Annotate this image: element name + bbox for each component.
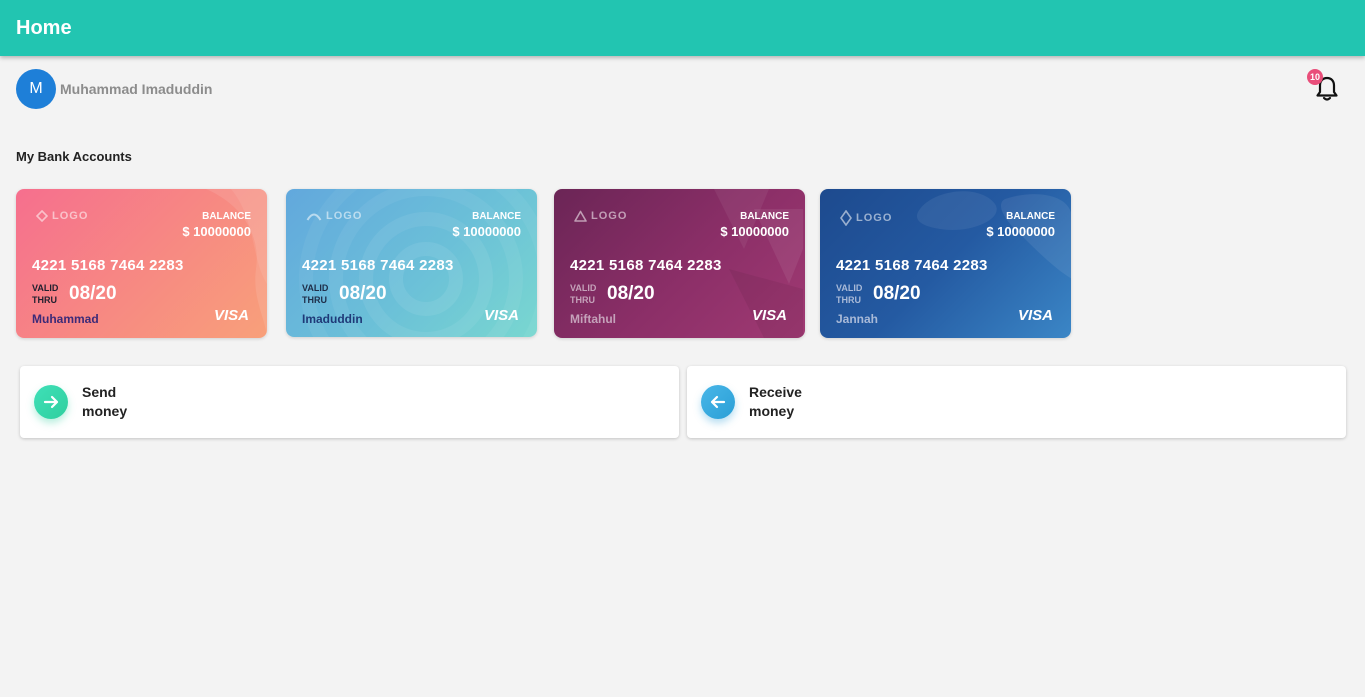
balance-label: BALANCE	[472, 211, 521, 222]
balance-value: $ 10000000	[182, 224, 251, 239]
logo-icon	[36, 210, 48, 222]
logo-icon	[840, 210, 852, 226]
send-label-line1: Send	[82, 384, 117, 400]
valid-label: VALID	[570, 283, 597, 293]
card-expiry: 08/20	[69, 283, 117, 304]
receive-icon-circle	[701, 385, 735, 419]
card-number: 4221 5168 7464 2283	[302, 257, 454, 274]
logo-icon	[306, 213, 322, 221]
card-logo-text: LOGO	[856, 212, 893, 224]
thru-label: THRU	[570, 295, 595, 305]
card-logo: LOGO	[574, 210, 627, 222]
card-holder: Jannah	[836, 312, 879, 326]
valid-thru-label: VALID THRU	[302, 282, 328, 306]
thru-label: THRU	[302, 295, 327, 305]
card-expiry: 08/20	[339, 283, 387, 304]
card-logo: LOGO	[36, 210, 88, 222]
card-logo: LOGO	[840, 210, 892, 226]
receive-label-line2: money	[749, 403, 795, 419]
send-label-line2: money	[82, 403, 128, 419]
card-holder: Miftahul	[570, 312, 616, 326]
card-logo-text: LOGO	[591, 210, 628, 222]
thru-label: THRU	[836, 295, 861, 305]
avatar[interactable]: M	[16, 69, 56, 109]
visa-logo: VISA	[751, 307, 787, 324]
valid-thru-label: VALID THRU	[32, 282, 58, 306]
card-logo-text: LOGO	[326, 210, 363, 222]
user-name: Muhammad Imaduddin	[60, 81, 213, 97]
balance-label: BALANCE	[1006, 211, 1055, 222]
section-title: My Bank Accounts	[16, 149, 132, 164]
visa-logo: VISA	[483, 307, 519, 324]
arrow-left-icon	[710, 395, 726, 409]
visa-logo: VISA	[213, 307, 249, 324]
bank-card[interactable]: LOGO BALANCE $ 10000000 4221 5168 7464 2…	[286, 189, 537, 337]
receive-label-line1: Receive	[749, 384, 802, 400]
card-number: 4221 5168 7464 2283	[836, 257, 988, 274]
receive-money-label: Receive money	[749, 383, 802, 421]
valid-label: VALID	[32, 283, 59, 293]
card-holder: Imaduddin	[302, 312, 363, 326]
card-logo-text: LOGO	[52, 210, 89, 222]
send-icon-circle	[34, 385, 68, 419]
bank-card[interactable]: LOGO BALANCE $ 10000000 4221 5168 7464 2…	[16, 189, 267, 338]
card-expiry: 08/20	[607, 283, 655, 304]
balance-value: $ 10000000	[720, 224, 789, 239]
card-number: 4221 5168 7464 2283	[570, 257, 722, 274]
card-logo: LOGO	[306, 210, 362, 222]
valid-label: VALID	[836, 283, 863, 293]
valid-label: VALID	[302, 283, 329, 293]
balance-label: BALANCE	[202, 211, 251, 222]
balance-label: BALANCE	[740, 211, 789, 222]
page-title: Home	[16, 16, 72, 39]
send-money-button[interactable]: Send money	[20, 366, 679, 438]
arrow-right-icon	[43, 395, 59, 409]
thru-label: THRU	[32, 295, 57, 305]
visa-logo: VISA	[1017, 307, 1053, 324]
valid-thru-label: VALID THRU	[836, 282, 862, 306]
notification-badge: 10	[1307, 69, 1323, 85]
app-bar: Home	[0, 0, 1365, 56]
card-number: 4221 5168 7464 2283	[32, 257, 184, 274]
bank-card[interactable]: LOGO BALANCE $ 10000000 4221 5168 7464 2…	[554, 189, 805, 338]
bank-card[interactable]: LOGO BALANCE $ 10000000 4221 5168 7464 2…	[820, 189, 1071, 338]
balance-value: $ 10000000	[986, 224, 1055, 239]
receive-money-button[interactable]: Receive money	[687, 366, 1346, 438]
balance-value: $ 10000000	[452, 224, 521, 239]
card-expiry: 08/20	[873, 283, 921, 304]
user-profile[interactable]: M Muhammad Imaduddin	[16, 69, 212, 109]
send-money-label: Send money	[82, 383, 127, 421]
card-holder: Muhammad	[32, 312, 99, 326]
logo-icon	[574, 210, 587, 222]
valid-thru-label: VALID THRU	[570, 282, 596, 306]
